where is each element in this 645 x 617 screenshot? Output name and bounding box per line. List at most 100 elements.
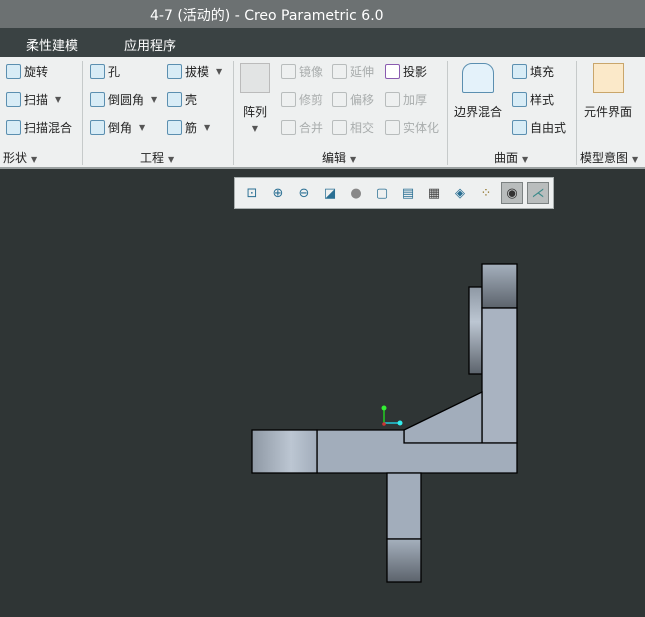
extend-button[interactable]: 延伸	[332, 63, 374, 80]
divider	[576, 61, 577, 165]
chamfer-button[interactable]: 倒角 ▼	[90, 119, 145, 136]
trim-icon	[281, 92, 296, 107]
ribbon: 旋转 扫描 ▼ 扫描混合 形状 ▼ 孔 倒圆角 ▼ 倒角 ▼ 拔模 ▼ 壳 筋 ▼ 工程 ▼ …	[0, 57, 645, 169]
round-label: 倒圆角	[108, 93, 145, 107]
thicken-icon	[385, 92, 400, 107]
boundary-blend-icon	[462, 63, 494, 93]
perspective-icon[interactable]: ▦	[423, 182, 445, 204]
chevron-down-icon: ▼	[216, 67, 223, 76]
chevron-down-icon: ▼	[522, 155, 529, 164]
sweep-button[interactable]: 扫描 ▼	[6, 91, 61, 108]
datum-display-icon[interactable]: ⁘	[475, 182, 497, 204]
mirror-icon	[281, 64, 296, 79]
freestyle-button[interactable]: 自由式	[512, 119, 566, 136]
chamfer-icon	[90, 120, 105, 135]
hole-label: 孔	[108, 65, 121, 79]
stem-end	[386, 538, 422, 583]
title-bar: 4-7 (活动的) - Creo Parametric 6.0	[0, 0, 645, 28]
top-block	[481, 263, 518, 309]
solidify-button[interactable]: 实体化	[385, 119, 439, 136]
repaint-icon[interactable]: ◪	[319, 182, 341, 204]
revolve-icon	[6, 64, 21, 79]
draft-label: 拔模	[185, 65, 210, 79]
spin-center-icon[interactable]: ⋌	[527, 182, 549, 204]
chevron-down-icon: ▼	[632, 155, 639, 164]
solidify-icon	[385, 120, 400, 135]
fill-button[interactable]: 填充	[512, 63, 554, 80]
divider	[82, 61, 83, 165]
chamfer-label: 倒角	[108, 121, 133, 135]
group-model-intent[interactable]: 模型意图 ▼	[580, 149, 638, 166]
swept-blend-button[interactable]: 扫描混合	[6, 119, 72, 136]
fill-icon	[512, 64, 527, 79]
round-button[interactable]: 倒圆角 ▼	[90, 91, 157, 108]
shell-icon	[167, 92, 182, 107]
view-manager-icon[interactable]: ▤	[397, 182, 419, 204]
group-surface[interactable]: 曲面 ▼	[494, 149, 528, 166]
intersect-icon	[332, 120, 347, 135]
extend-icon	[332, 64, 347, 79]
model-viewport[interactable]	[0, 215, 645, 617]
annotation-display-icon[interactable]: ◉	[501, 182, 523, 204]
tab-flexible-modeling[interactable]: 柔性建模	[26, 35, 78, 54]
trim-button[interactable]: 修剪	[281, 91, 323, 108]
window-title: 4-7 (活动的) - Creo Parametric 6.0	[150, 8, 384, 24]
hole-button[interactable]: 孔	[90, 63, 120, 80]
pattern-button[interactable]: 阵列 ▼	[240, 63, 270, 133]
chevron-down-icon: ▼	[204, 123, 211, 132]
swept-blend-label: 扫描混合	[24, 121, 73, 135]
divider	[233, 61, 234, 165]
style-button[interactable]: 样式	[512, 91, 554, 108]
project-icon	[385, 64, 400, 79]
rib-icon	[167, 120, 182, 135]
section-icon[interactable]: ◈	[449, 182, 471, 204]
chevron-down-icon: ▼	[139, 123, 146, 132]
tab-applications[interactable]: 应用程序	[124, 35, 176, 54]
sweep-icon	[6, 92, 21, 107]
project-button[interactable]: 投影	[385, 63, 427, 80]
draft-icon	[167, 64, 182, 79]
offset-button[interactable]: 偏移	[332, 91, 374, 108]
sweep-label: 扫描	[24, 93, 49, 107]
group-edit[interactable]: 编辑 ▼	[322, 149, 356, 166]
chevron-down-icon: ▼	[168, 155, 175, 164]
revolve-label: 旋转	[24, 65, 49, 79]
swept-blend-icon	[6, 120, 21, 135]
refit-icon[interactable]: ⊡	[241, 182, 263, 204]
revolve-button[interactable]: 旋转	[6, 63, 48, 80]
rib-button[interactable]: 筋 ▼	[167, 119, 210, 136]
chevron-down-icon: ▼	[31, 155, 38, 164]
menu-bar: 柔性建模 应用程序	[0, 28, 645, 57]
zoom-out-icon[interactable]: ⊖	[293, 182, 315, 204]
chevron-down-icon: ▼	[251, 124, 259, 133]
draft-button[interactable]: 拔模 ▼	[167, 63, 222, 80]
view-toolbar: ⊡ ⊕ ⊖ ◪ ● ▢ ▤ ▦ ◈ ⁘ ◉ ⋌	[234, 177, 554, 209]
pattern-icon	[240, 63, 270, 93]
offset-icon	[332, 92, 347, 107]
rib-label: 筋	[185, 121, 198, 135]
freestyle-icon	[512, 120, 527, 135]
zoom-in-icon[interactable]: ⊕	[267, 182, 289, 204]
component-interface-button[interactable]: 元件界面	[584, 63, 632, 120]
shell-label: 壳	[185, 93, 198, 107]
group-shape[interactable]: 形状 ▼	[3, 149, 37, 166]
intersect-button[interactable]: 相交	[332, 119, 374, 136]
hole-icon	[90, 64, 105, 79]
mirror-button[interactable]: 镜像	[281, 63, 323, 80]
thicken-button[interactable]: 加厚	[385, 91, 427, 108]
rib	[403, 390, 483, 444]
stem	[386, 472, 422, 540]
coordinate-system-icon	[381, 405, 403, 426]
display-style-icon[interactable]: ●	[345, 182, 367, 204]
merge-button[interactable]: 合并	[281, 119, 323, 136]
group-engineering[interactable]: 工程 ▼	[140, 149, 174, 166]
vertical-wall	[481, 307, 518, 444]
saved-orientations-icon[interactable]: ▢	[371, 182, 393, 204]
chevron-down-icon: ▼	[350, 155, 357, 164]
side-boss	[468, 286, 483, 375]
boundary-blend-button[interactable]: 边界混合	[454, 63, 502, 120]
divider	[447, 61, 448, 165]
shell-button[interactable]: 壳	[167, 91, 197, 108]
style-icon	[512, 92, 527, 107]
merge-icon	[281, 120, 296, 135]
